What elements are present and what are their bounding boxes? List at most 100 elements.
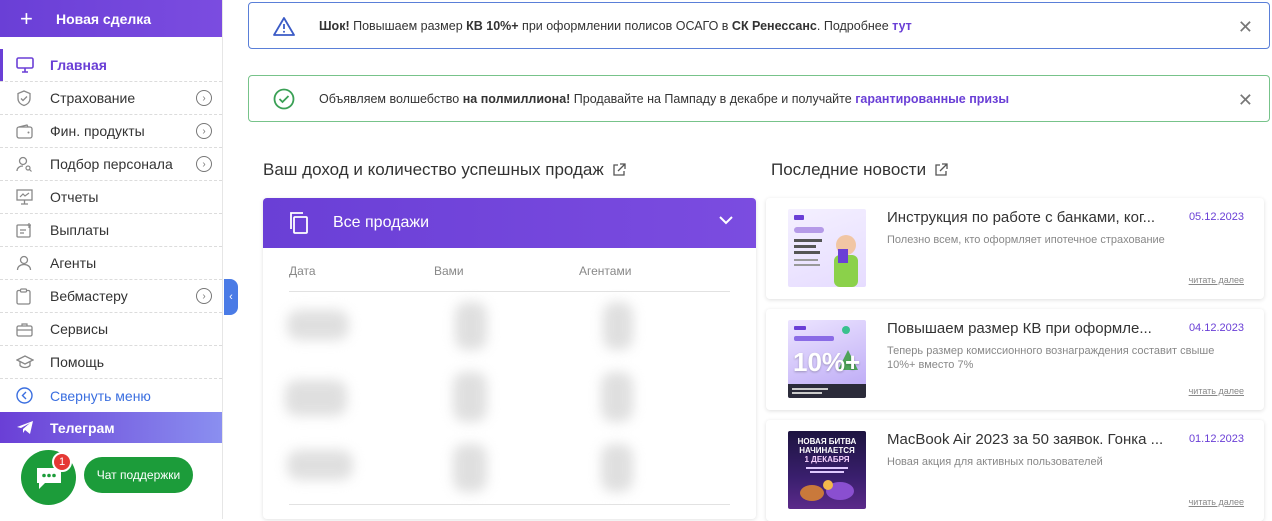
sidebar-item-agents[interactable]: Агенты (0, 247, 222, 280)
alert-link[interactable]: тут (892, 19, 912, 33)
sales-dropdown[interactable]: Все продажи (263, 198, 756, 248)
news-thumbnail (788, 209, 866, 287)
chat-notification-badge: 1 (52, 452, 72, 472)
sales-card: Все продажи Дата Вами Агентами (263, 198, 756, 519)
news-thumbnail: 10%+ (788, 320, 866, 398)
external-link-icon (613, 163, 626, 176)
loading-placeholder (285, 380, 347, 416)
sidebar-item-label: Помощь (50, 354, 105, 370)
sales-table-header: Дата Вами Агентами (263, 248, 756, 278)
news-date: 01.12.2023 (1188, 433, 1244, 445)
table-divider (289, 291, 730, 292)
chevron-right-icon[interactable]: › (196, 123, 212, 139)
sidebar-item-payouts[interactable]: Выплаты (0, 214, 222, 247)
sales-dropdown-label: Все продажи (333, 214, 429, 231)
news-description: Новая акция для активных пользователей (887, 456, 1103, 468)
external-link-icon (935, 163, 948, 176)
chevron-left-circle-icon (16, 387, 50, 404)
news-description: Полезно всем, кто оформляет ипотечное ст… (887, 234, 1165, 246)
alert-text-part: при оформлении полисов ОСАГО в (518, 18, 732, 33)
payout-icon (16, 222, 50, 238)
news-thumbnail: НОВАЯ БИТВА НАЧИНАЕТСЯ 1 ДЕКАБРЯ (788, 431, 866, 509)
briefcase-icon (16, 322, 50, 337)
sidebar-menu: Главная Страхование › Фин. продукты › По… (0, 49, 222, 443)
shield-icon (16, 89, 50, 107)
thumbnail-caption: НОВАЯ БИТВА НАЧИНАЕТСЯ 1 ДЕКАБРЯ (788, 437, 866, 464)
sidebar-item-label: Главная (50, 57, 107, 73)
chevron-right-icon[interactable]: › (196, 288, 212, 304)
new-deal-button[interactable]: + Новая сделка (0, 0, 222, 37)
sidebar-item-label: Телеграм (50, 419, 115, 436)
sidebar-item-reports[interactable]: Отчеты (0, 181, 222, 214)
sidebar-item-telegram[interactable]: Телеграм (0, 412, 222, 443)
sidebar-item-help[interactable]: Помощь (0, 346, 222, 379)
sidebar-item-label: Вебмастеру (50, 288, 128, 304)
alert-bold: СК Ренессанс (731, 18, 817, 33)
loading-placeholder (287, 450, 353, 480)
loading-placeholder (603, 302, 633, 350)
thumbnail-line: НОВАЯ БИТВА (797, 437, 857, 446)
sidebar-item-label: Сервисы (50, 321, 109, 337)
close-icon[interactable]: ✕ (1238, 90, 1253, 111)
alert-promo: Объявляем волшебство на полмиллиона! Про… (248, 75, 1270, 122)
sidebar-item-label: Страхование (50, 90, 136, 106)
telegram-icon (16, 420, 50, 435)
sidebar-item-recruiting[interactable]: Подбор персонала › (0, 148, 222, 181)
alert-text: Шок! Повышаем размер КВ 10%+ при оформле… (319, 19, 912, 33)
loading-placeholder (601, 372, 633, 422)
column-by-agents: Агентами (579, 264, 632, 278)
sidebar-toggle-button[interactable]: ‹ (224, 279, 238, 315)
support-chat-button[interactable]: Чат поддержки (84, 457, 193, 493)
chevron-right-icon[interactable]: › (196, 90, 212, 106)
news-title[interactable]: MacBook Air 2023 за 50 заявок. Гонка ... (887, 431, 1177, 448)
chevron-right-icon[interactable]: › (196, 156, 212, 172)
sidebar-item-label: Отчеты (50, 189, 99, 205)
alert-bold: на полмиллиона! (462, 91, 571, 106)
alert-text-part: . Подробнее (816, 18, 893, 33)
copy-icon (290, 212, 308, 234)
news-item[interactable]: НОВАЯ БИТВА НАЧИНАЕТСЯ 1 ДЕКАБРЯ MacBook… (766, 420, 1264, 521)
sidebar-item-label: Агенты (50, 255, 97, 271)
alert-link[interactable]: гарантированные призы (855, 92, 1009, 106)
alert-bold: Шок! (319, 18, 350, 33)
read-more-link[interactable]: читать далее (1189, 497, 1244, 507)
user-search-icon (16, 156, 50, 172)
read-more-link[interactable]: читать далее (1189, 386, 1244, 396)
sidebar-item-label: Свернуть меню (50, 387, 151, 404)
loading-placeholder (601, 444, 633, 492)
alert-text-part: Объявляем волшебство (319, 91, 463, 106)
sidebar-item-insurance[interactable]: Страхование › (0, 82, 222, 115)
new-deal-label: Новая сделка (56, 10, 152, 27)
collapse-menu-button[interactable]: Свернуть меню (0, 379, 222, 412)
warning-icon (249, 16, 319, 36)
alert-bold: КВ 10%+ (466, 18, 519, 33)
read-more-link[interactable]: читать далее (1189, 275, 1244, 285)
column-by-you: Вами (434, 264, 464, 278)
monitor-icon (16, 57, 50, 73)
table-divider (289, 504, 730, 505)
sidebar-item-services[interactable]: Сервисы (0, 313, 222, 346)
sidebar-item-fin-products[interactable]: Фин. продукты › (0, 115, 222, 148)
alert-text-part: Повышаем размер (349, 18, 467, 33)
news-item[interactable]: Инструкция по работе с банками, ког... 0… (766, 198, 1264, 299)
hat-icon (16, 354, 50, 370)
alert-text-part: Продавайте на Пампаду в декабре и получа… (570, 91, 856, 106)
income-section-title[interactable]: Ваш доход и количество успешных продаж (263, 160, 626, 180)
news-date: 04.12.2023 (1188, 322, 1244, 334)
news-section-title[interactable]: Последние новости (771, 160, 948, 180)
plus-icon: + (20, 5, 33, 31)
news-title[interactable]: Повышаем размер КВ при оформле... (887, 320, 1177, 337)
column-date: Дата (289, 264, 316, 278)
close-icon[interactable]: ✕ (1238, 17, 1253, 38)
news-description: Теперь размер комиссионного вознагражден… (887, 345, 1215, 371)
sidebar-item-home[interactable]: Главная (0, 49, 222, 82)
clipboard-icon (16, 287, 50, 305)
loading-placeholder (287, 310, 349, 340)
income-title-text: Ваш доход и количество успешных продаж (263, 160, 604, 179)
thumbnail-line: 1 ДЕКАБРЯ (804, 455, 850, 464)
sidebar-item-label: Подбор персонала (50, 156, 173, 172)
sidebar-item-webmaster[interactable]: Вебмастеру › (0, 280, 222, 313)
news-item[interactable]: 10%+ Повышаем размер КВ при оформле... 0… (766, 309, 1264, 410)
news-title[interactable]: Инструкция по работе с банками, ког... (887, 209, 1177, 226)
alert-text: Объявляем волшебство на полмиллиона! Про… (319, 92, 1009, 106)
